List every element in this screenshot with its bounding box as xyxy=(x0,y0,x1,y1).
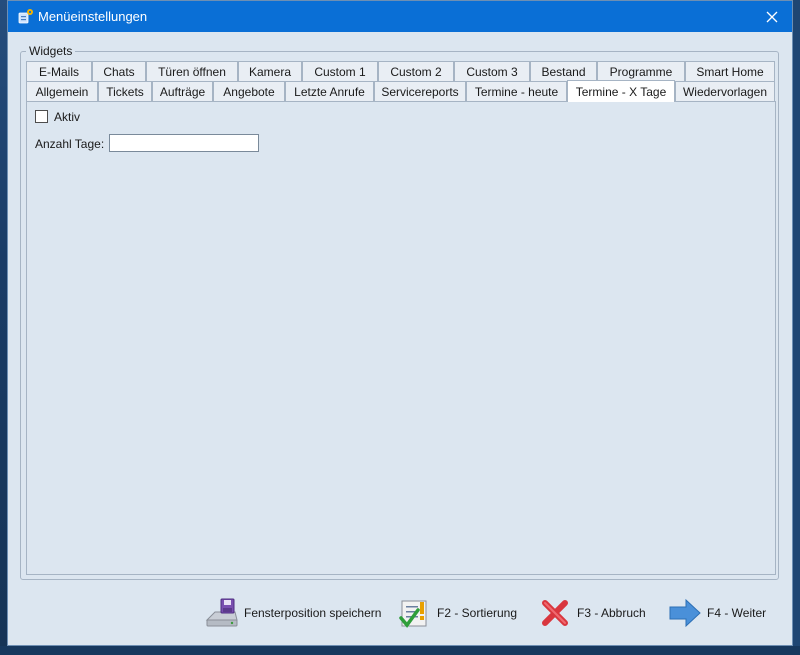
sort-label: F2 - Sortierung xyxy=(437,606,518,620)
tab-termine-heute[interactable]: Termine - heute xyxy=(466,81,567,101)
sort-button[interactable]: F2 - Sortierung xyxy=(398,595,517,631)
tab-termine-x-tage[interactable]: Termine - X Tage xyxy=(567,80,675,102)
cancel-button[interactable]: F3 - Abbruch xyxy=(538,595,646,631)
save-position-label: Fensterposition speichern xyxy=(244,606,382,620)
tab-angebote[interactable]: Angebote xyxy=(213,81,285,101)
tab-smart-home[interactable]: Smart Home xyxy=(685,61,775,81)
tab-programme[interactable]: Programme xyxy=(597,61,685,81)
arrow-right-icon xyxy=(669,598,701,628)
aktiv-label[interactable]: Aktiv xyxy=(54,110,80,124)
tab-emails[interactable]: E-Mails xyxy=(26,61,92,81)
cancel-label: F3 - Abbruch xyxy=(577,606,646,620)
checklist-icon xyxy=(399,600,427,628)
tab-custom-1[interactable]: Custom 1 xyxy=(302,61,378,81)
tab-servicereports[interactable]: Servicereports xyxy=(374,81,466,101)
close-icon xyxy=(766,11,778,22)
aktiv-checkbox[interactable] xyxy=(35,110,48,123)
anzahl-tage-label: Anzahl Tage: xyxy=(35,137,105,151)
widgets-group-label: Widgets xyxy=(26,44,76,58)
tab-chats[interactable]: Chats xyxy=(92,61,146,81)
tab-bestand[interactable]: Bestand xyxy=(530,61,597,81)
save-position-button[interactable]: Fensterposition speichern xyxy=(205,595,381,631)
window-title: Menüeinstellungen xyxy=(38,9,148,24)
tab-tueren-oeffnen[interactable]: Türen öffnen xyxy=(146,61,238,81)
anzahl-tage-input[interactable] xyxy=(109,134,259,152)
settings-dialog: Menüeinstellungen Widgets E-Mails Chats … xyxy=(7,0,793,646)
tab-custom-3[interactable]: Custom 3 xyxy=(454,61,530,81)
app-settings-icon xyxy=(18,9,33,24)
red-x-icon xyxy=(542,600,568,626)
tab-kamera[interactable]: Kamera xyxy=(238,61,302,81)
tab-wiedervorlagen[interactable]: Wiedervorlagen xyxy=(675,81,775,101)
tab-auftraege[interactable]: Aufträge xyxy=(152,81,213,101)
next-label: F4 - Weiter xyxy=(707,606,767,620)
tab-allgemein[interactable]: Allgemein xyxy=(26,81,98,101)
tab-letzte-anrufe[interactable]: Letzte Anrufe xyxy=(285,81,374,101)
background-right xyxy=(792,0,800,655)
next-button[interactable]: F4 - Weiter xyxy=(668,595,766,631)
tab-panel-termine-x-tage: Aktiv Anzahl Tage: xyxy=(26,101,776,575)
background-bottom xyxy=(0,646,800,655)
title-bar[interactable]: Menüeinstellungen xyxy=(8,1,792,32)
save-disk-icon xyxy=(205,598,238,627)
close-button[interactable] xyxy=(752,1,792,32)
tab-tickets[interactable]: Tickets xyxy=(98,81,152,101)
tab-custom-2[interactable]: Custom 2 xyxy=(378,61,454,81)
